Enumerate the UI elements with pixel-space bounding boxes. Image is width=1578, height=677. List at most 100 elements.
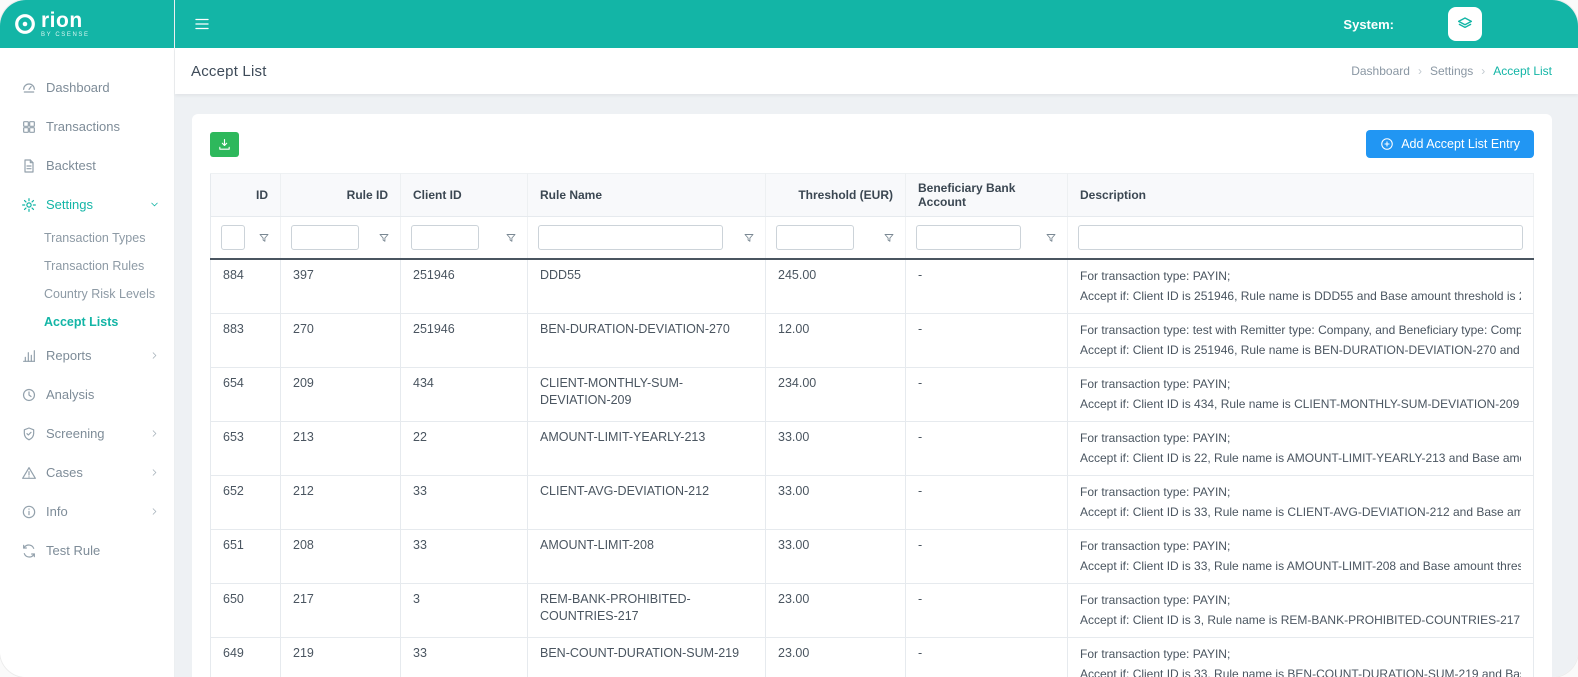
description-line: Accept if: Client ID is 22, Rule name is…	[1080, 448, 1521, 468]
cell-beneficiary: -	[906, 584, 1068, 638]
filter-funnel-icon[interactable]	[378, 232, 390, 244]
column-header-rule-id[interactable]: Rule ID	[281, 174, 401, 217]
cell-rule-name: BEN-DURATION-DEVIATION-270	[528, 314, 766, 368]
download-icon	[217, 137, 232, 152]
table-row[interactable]: 884397251946DDD55245.00-For transaction …	[211, 259, 1534, 314]
cell-threshold: 12.00	[766, 314, 906, 368]
description-line: Accept if: Client ID is 251946, Rule nam…	[1080, 340, 1521, 360]
table-row[interactable]: 65120833AMOUNT-LIMIT-20833.00-For transa…	[211, 530, 1534, 584]
app-window: rion by CSENSE Dashboard Transactions Back…	[0, 0, 1578, 677]
sidebar-item-backtest[interactable]: Backtest	[0, 146, 174, 185]
cell-client-id: 33	[401, 530, 528, 584]
filter-funnel-icon[interactable]	[883, 232, 895, 244]
system-selector-button[interactable]	[1448, 7, 1482, 41]
cell-threshold: 234.00	[766, 368, 906, 422]
cell-description: For transaction type: PAYIN;Accept if: C…	[1068, 530, 1534, 584]
sidebar-subitem-accept-lists[interactable]: Accept Lists	[0, 308, 174, 336]
description-line: For transaction type: PAYIN;	[1080, 374, 1521, 394]
table-header-row: IDRule IDClient IDRule NameThreshold (EU…	[211, 174, 1534, 217]
accept-list-card: Add Accept List Entry IDRule IDClient ID…	[192, 114, 1552, 677]
cell-description: For transaction type: PAYIN;Accept if: C…	[1068, 476, 1534, 530]
cell-client-id: 33	[401, 638, 528, 677]
column-header-rule-name[interactable]: Rule Name	[528, 174, 766, 217]
filter-input-description[interactable]	[1078, 225, 1523, 250]
filter-funnel-icon[interactable]	[1045, 232, 1057, 244]
filter-input-client-id[interactable]	[411, 225, 479, 250]
cell-rule-id: 208	[281, 530, 401, 584]
table-row[interactable]: 65221233CLIENT-AVG-DEVIATION-21233.00-Fo…	[211, 476, 1534, 530]
cell-rule-id: 217	[281, 584, 401, 638]
chevron-right-icon	[149, 467, 160, 478]
description-line: For transaction type: PAYIN;	[1080, 266, 1521, 286]
sidebar-item-settings[interactable]: Settings	[0, 185, 174, 224]
sidebar-item-screening[interactable]: Screening	[0, 414, 174, 453]
description-line: Accept if: Client ID is 33, Rule name is…	[1080, 502, 1521, 522]
cell-description: For transaction type: PAYIN;Accept if: C…	[1068, 638, 1534, 677]
filter-funnel-icon[interactable]	[505, 232, 517, 244]
download-button[interactable]	[210, 132, 239, 157]
sidebar-subitem-transaction-rules[interactable]: Transaction Rules	[0, 252, 174, 280]
table-body: 884397251946DDD55245.00-For transaction …	[211, 259, 1534, 677]
table-row[interactable]: 65321322AMOUNT-LIMIT-YEARLY-21333.00-For…	[211, 422, 1534, 476]
sidebar-subitem-transaction-types[interactable]: Transaction Types	[0, 224, 174, 252]
cell-id: 654	[211, 368, 281, 422]
cell-rule-id: 397	[281, 259, 401, 314]
breadcrumb-item-accept-list: Accept List	[1493, 64, 1552, 78]
table-row[interactable]: 6502173REM-BANK-PROHIBITED-COUNTRIES-217…	[211, 584, 1534, 638]
cell-threshold: 23.00	[766, 584, 906, 638]
sidebar-item-info[interactable]: Info	[0, 492, 174, 531]
column-header-description[interactable]: Description	[1068, 174, 1534, 217]
filter-input-id[interactable]	[221, 225, 245, 250]
cell-beneficiary: -	[906, 530, 1068, 584]
cell-threshold: 23.00	[766, 638, 906, 677]
cell-rule-name: AMOUNT-LIMIT-208	[528, 530, 766, 584]
cell-rule-name: REM-BANK-PROHIBITED-COUNTRIES-217	[528, 584, 766, 638]
filter-input-rule-id[interactable]	[291, 225, 359, 250]
sidebar-item-label: Dashboard	[46, 80, 110, 95]
sidebar-item-transactions[interactable]: Transactions	[0, 107, 174, 146]
filter-input-rule-name[interactable]	[538, 225, 723, 250]
breadcrumb-item-dashboard[interactable]: Dashboard	[1351, 64, 1410, 78]
cell-client-id: 251946	[401, 314, 528, 368]
table-row[interactable]: 64921933BEN-COUNT-DURATION-SUM-21923.00-…	[211, 638, 1534, 677]
warning-icon	[21, 465, 37, 481]
sidebar-nav: DashboardTransactionsBacktestSettingsTra…	[0, 48, 174, 570]
chevron-down-icon	[149, 199, 160, 210]
hamburger-menu-button[interactable]	[187, 9, 217, 39]
column-header-client-id[interactable]: Client ID	[401, 174, 528, 217]
brand-logo[interactable]: rion by CSENSE	[0, 0, 174, 48]
description-line: For transaction type: test with Remitter…	[1080, 320, 1521, 340]
cell-rule-id: 209	[281, 368, 401, 422]
column-header-threshold-eur[interactable]: Threshold (EUR)	[766, 174, 906, 217]
sidebar-item-reports[interactable]: Reports	[0, 336, 174, 375]
column-header-id[interactable]: ID	[211, 174, 281, 217]
system-label: System:	[1343, 17, 1394, 32]
sidebar-item-cases[interactable]: Cases	[0, 453, 174, 492]
cell-description: For transaction type: PAYIN;Accept if: C…	[1068, 422, 1534, 476]
table-row[interactable]: 654209434CLIENT-MONTHLY-SUM-DEVIATION-20…	[211, 368, 1534, 422]
sidebar-item-analysis[interactable]: Analysis	[0, 375, 174, 414]
filter-funnel-icon[interactable]	[743, 232, 755, 244]
cell-beneficiary: -	[906, 476, 1068, 530]
cell-description: For transaction type: PAYIN;Accept if: C…	[1068, 584, 1534, 638]
breadcrumb-item-settings[interactable]: Settings	[1430, 64, 1473, 78]
sidebar-item-label: Transactions	[46, 119, 120, 134]
cell-description: For transaction type: test with Remitter…	[1068, 314, 1534, 368]
filter-funnel-icon[interactable]	[258, 232, 270, 244]
sidebar-subitem-country-risk-levels[interactable]: Country Risk Levels	[0, 280, 174, 308]
column-header-beneficiary-bank-account[interactable]: Beneficiary Bank Account	[906, 174, 1068, 217]
add-accept-list-entry-button[interactable]: Add Accept List Entry	[1366, 130, 1534, 158]
sidebar-item-dashboard[interactable]: Dashboard	[0, 68, 174, 107]
sidebar-item-label: Screening	[46, 426, 105, 441]
sidebar-item-test-rule[interactable]: Test Rule	[0, 531, 174, 570]
gear-icon	[21, 197, 37, 213]
table-row[interactable]: 883270251946BEN-DURATION-DEVIATION-27012…	[211, 314, 1534, 368]
refresh-icon	[21, 543, 37, 559]
cell-rule-name: DDD55	[528, 259, 766, 314]
filter-input-beneficiary-bank-account[interactable]	[916, 225, 1021, 250]
title-bar: Accept List Dashboard›Settings›Accept Li…	[175, 48, 1578, 94]
cell-rule-name: AMOUNT-LIMIT-YEARLY-213	[528, 422, 766, 476]
cell-id: 649	[211, 638, 281, 677]
filter-input-threshold[interactable]	[776, 225, 854, 250]
description-line: For transaction type: PAYIN;	[1080, 428, 1521, 448]
